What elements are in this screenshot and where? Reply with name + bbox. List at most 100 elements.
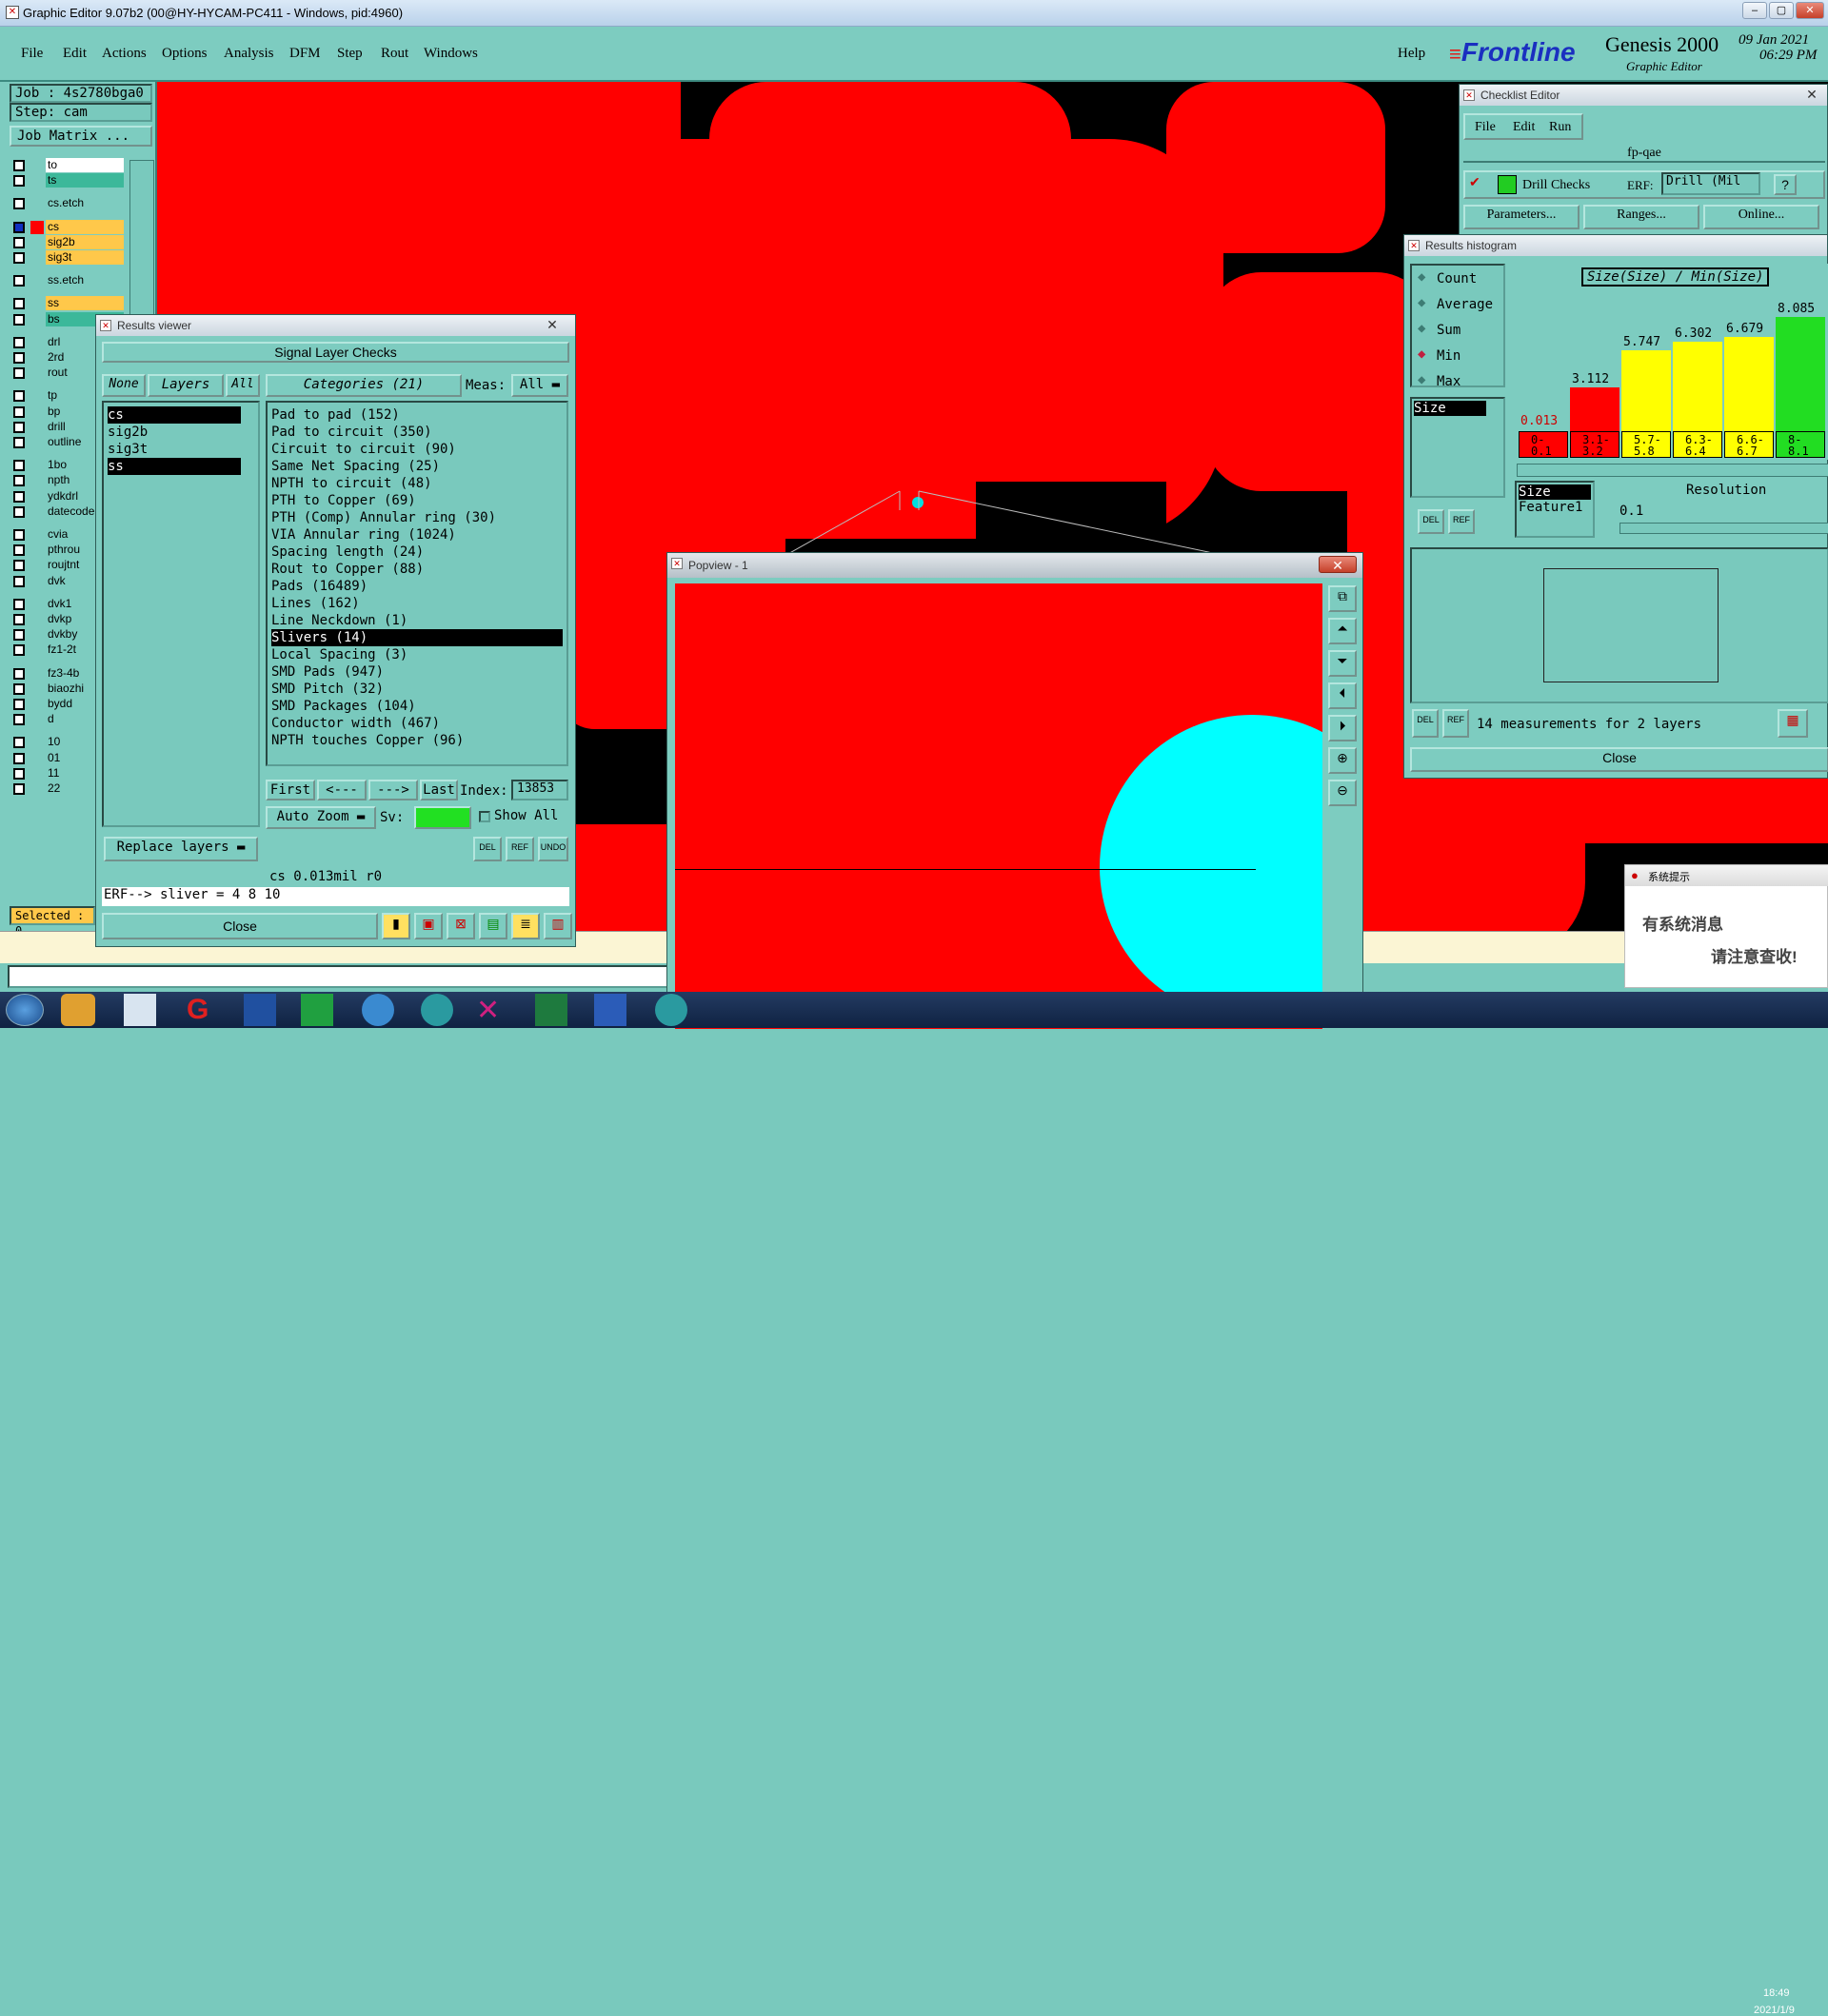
histogram-bar[interactable]	[1724, 336, 1774, 431]
layer-name[interactable]: to	[46, 158, 124, 172]
stat-option-radio[interactable]: ◆ Sum	[1418, 321, 1493, 348]
result-layer-item[interactable]: ss	[108, 458, 241, 475]
layer-name[interactable]: sig2b	[46, 234, 124, 249]
histogram-icon[interactable]: ▥	[544, 913, 572, 939]
system-notification[interactable]: ● 系统提示 有系统消息 请注意查收!	[1624, 864, 1828, 988]
taskbar-x-icon[interactable]: ✕	[476, 994, 508, 1026]
help-icon[interactable]: ?	[1774, 174, 1797, 195]
category-item[interactable]: Rout to Copper (88)	[271, 561, 563, 578]
layer-checkbox[interactable]	[13, 437, 25, 448]
category-item[interactable]: Slivers (14)	[271, 629, 563, 646]
layer-checkbox[interactable]	[13, 421, 25, 433]
layer-row[interactable]: sig2b	[13, 234, 126, 250]
layer-checkbox[interactable]	[13, 667, 25, 680]
layer-checkbox[interactable]	[13, 767, 25, 780]
category-item[interactable]: Pad to circuit (350)	[271, 424, 563, 441]
category-item[interactable]: SMD Pitch (32)	[271, 681, 563, 698]
hist-delete-icon-2[interactable]: DEL	[1412, 709, 1439, 738]
layer-checkbox[interactable]	[13, 252, 25, 264]
category-item[interactable]: Pads (16489)	[271, 578, 563, 595]
histogram-bar[interactable]	[1776, 317, 1825, 431]
replace-layers-dropdown[interactable]: Replace layers ▬	[104, 837, 258, 861]
layer-checkbox[interactable]	[13, 236, 25, 248]
hist-refresh-icon[interactable]: REF	[1448, 509, 1475, 534]
parameters-button[interactable]: Parameters...	[1463, 205, 1580, 229]
online-button[interactable]: Online...	[1703, 205, 1819, 229]
category-item[interactable]: NPTH touches Copper (96)	[271, 732, 563, 749]
taskbar-app-icon[interactable]	[61, 994, 95, 1026]
results-close-button[interactable]: Close	[102, 913, 378, 939]
menu-windows[interactable]: Windows	[424, 46, 478, 62]
checklist-item-row[interactable]: ✔ Drill Checks ERF: Drill (Mil ?	[1463, 170, 1825, 199]
layer-checkbox[interactable]	[13, 390, 25, 403]
layer-checkbox[interactable]	[13, 752, 25, 764]
taskbar-app-g-icon[interactable]: G	[187, 994, 219, 1026]
taskbar-genesis2-icon[interactable]	[655, 994, 687, 1026]
resolution-slider[interactable]	[1619, 523, 1828, 534]
layer-row[interactable]: ts	[13, 173, 126, 188]
layer-checkbox[interactable]	[13, 352, 25, 364]
first-button[interactable]: First	[266, 780, 315, 800]
next-button[interactable]: --->	[368, 780, 418, 800]
result-layer-item[interactable]: sig3t	[108, 441, 241, 458]
close-icon[interactable]: ✕	[1802, 86, 1821, 103]
stat-option-radio[interactable]: ◆ Max	[1418, 372, 1493, 400]
tool-icon-4[interactable]: ▤	[479, 913, 507, 939]
layer-checkbox[interactable]	[13, 529, 25, 541]
layer-name[interactable]: cs	[46, 219, 124, 234]
tool-icon-5[interactable]: ≣	[511, 913, 540, 939]
minimize-button[interactable]: ‒	[1742, 2, 1767, 19]
layer-checkbox[interactable]	[13, 160, 25, 171]
category-item[interactable]: PTH (Comp) Annular ring (30)	[271, 509, 563, 526]
histogram-bar[interactable]	[1570, 386, 1619, 431]
menu-file[interactable]: File	[21, 46, 43, 62]
layers-button[interactable]: Layers	[148, 374, 224, 397]
menu-rout[interactable]: Rout	[381, 46, 408, 62]
layer-name[interactable]: sig3t	[46, 250, 124, 265]
pan-right-icon[interactable]: ⏵	[1328, 715, 1357, 741]
category-item[interactable]: Local Spacing (3)	[271, 646, 563, 663]
layer-checkbox[interactable]	[13, 629, 25, 642]
layer-row[interactable]: ss.etch	[13, 273, 126, 288]
layer-checkbox[interactable]	[13, 544, 25, 557]
layer-checkbox[interactable]	[13, 313, 25, 326]
histogram-bar[interactable]	[1673, 342, 1722, 431]
layer-checkbox[interactable]	[13, 560, 25, 572]
menu-edit[interactable]: Edit	[63, 46, 87, 62]
menu-step[interactable]: Step	[337, 46, 363, 62]
layer-checkbox[interactable]	[13, 460, 25, 472]
layer-checkbox[interactable]	[13, 367, 25, 380]
histogram-hscroll[interactable]	[1517, 464, 1828, 477]
layer-checkbox[interactable]	[13, 682, 25, 695]
undo-icon[interactable]: UNDO	[538, 837, 568, 861]
layer-results-list[interactable]: cs sig2b sig3t ss	[102, 401, 260, 827]
layer-name[interactable]: cs.etch	[46, 196, 124, 211]
category-item[interactable]: PTH to Copper (69)	[271, 492, 563, 509]
layer-name[interactable]: ts	[46, 173, 124, 188]
layer-checkbox[interactable]	[13, 783, 25, 795]
taskbar-genesis-icon[interactable]	[421, 994, 453, 1026]
pan-up-icon[interactable]: ⏶	[1328, 618, 1357, 644]
zoom-fit-icon[interactable]: ⧉	[1328, 585, 1357, 612]
tool-icon-3[interactable]: ⊠	[447, 913, 475, 939]
attribute-item[interactable]: Size	[1414, 401, 1486, 416]
layer-checkbox[interactable]	[13, 714, 25, 726]
category-item[interactable]: SMD Packages (104)	[271, 698, 563, 715]
zoom-in-icon[interactable]: ⊕	[1328, 747, 1357, 774]
show-all-checkbox[interactable]	[479, 811, 490, 822]
histogram-bar[interactable]	[1621, 349, 1671, 431]
layer-checkbox[interactable]	[13, 699, 25, 710]
stat-option-radio[interactable]: ◆ Count	[1418, 269, 1493, 297]
popview-canvas[interactable]	[675, 583, 1322, 1029]
erf-value[interactable]: Drill (Mil	[1661, 172, 1760, 195]
meas-dropdown[interactable]: All ▬	[511, 374, 568, 397]
category-item[interactable]: Conductor width (467)	[271, 715, 563, 732]
stat-option-radio[interactable]: ◆ Min	[1418, 346, 1493, 374]
category-item[interactable]: Spacing length (24)	[271, 544, 563, 561]
category-item[interactable]: Line Neckdown (1)	[271, 612, 563, 629]
attribute-list[interactable]: Size	[1410, 397, 1505, 498]
close-icon[interactable]: ✕	[1319, 556, 1357, 573]
category-item[interactable]: NPTH to circuit (48)	[271, 475, 563, 492]
close-window-button[interactable]: ✕	[1796, 2, 1824, 19]
layer-name[interactable]: ss	[46, 296, 124, 311]
